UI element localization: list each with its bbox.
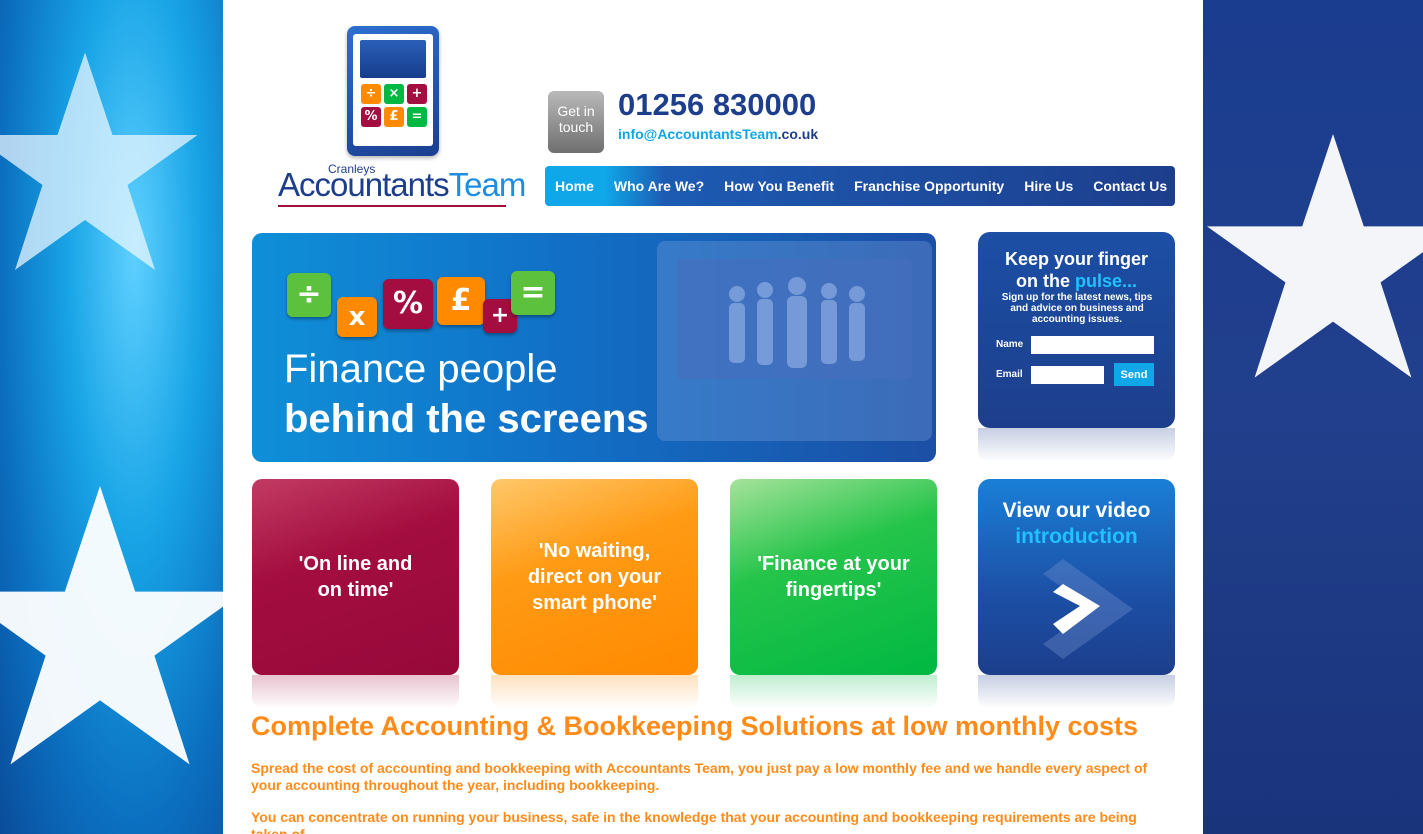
- tile-percent-icon: %: [383, 279, 433, 329]
- video-title-line1: View our video: [1002, 499, 1151, 522]
- video-reflection: [978, 675, 1175, 709]
- logo-underline: [278, 205, 506, 207]
- monitor-silhouette-icon: [657, 241, 932, 441]
- feature-reflection: [252, 675, 459, 709]
- signup-heading: Keep your finger on the pulse...: [978, 248, 1175, 292]
- hero-title-line2: behind the screens: [284, 397, 649, 441]
- email-prefix: info@: [618, 126, 658, 142]
- badge-line1: Get in: [557, 103, 595, 119]
- feature-reflection: [491, 675, 698, 709]
- logo-key: =: [407, 107, 427, 127]
- background-left-panel: [0, 0, 223, 834]
- logo-key: £: [384, 107, 404, 127]
- main-headline: Complete Accounting & Bookkeeping Soluti…: [251, 711, 1139, 741]
- hero-title-line1: Finance people: [284, 347, 558, 391]
- logo-wordmark: AccountantsTeam: [278, 166, 527, 204]
- main-navigation: Home Who Are We? How You Benefit Franchi…: [545, 166, 1175, 206]
- second-paragraph: You can concentrate on running your busi…: [251, 809, 1137, 834]
- feature-online-text: 'On line and on time': [298, 553, 413, 601]
- logo-team-text: Team: [448, 166, 527, 203]
- feature-reflection: [730, 675, 937, 709]
- email-brand2: Team: [742, 126, 778, 142]
- star-decoration-icon: [0, 52, 198, 270]
- tile-multiply-icon: x: [337, 297, 377, 337]
- email-label: Email: [996, 369, 1023, 380]
- signup-reflection: [978, 428, 1175, 462]
- star-decoration-icon: [0, 486, 223, 765]
- send-button[interactable]: Send: [1114, 363, 1154, 386]
- feature-fingertips[interactable]: 'Finance at your fingertips': [730, 479, 937, 675]
- feature-online[interactable]: 'On line and on time': [252, 479, 459, 675]
- nav-who-are-we[interactable]: Who Are We?: [614, 178, 704, 194]
- nav-how-you-benefit[interactable]: How You Benefit: [724, 178, 834, 194]
- nav-hire-us[interactable]: Hire Us: [1024, 178, 1073, 194]
- logo-key: %: [361, 107, 381, 127]
- nav-franchise-opportunity[interactable]: Franchise Opportunity: [854, 178, 1004, 194]
- logo-key: +: [407, 84, 427, 104]
- tile-pound-icon: £: [437, 277, 485, 325]
- video-intro-button[interactable]: View our video introduction: [978, 479, 1175, 675]
- signup-subtitle: Sign up for the latest news, tips and ad…: [1001, 292, 1153, 325]
- feature-smartphone[interactable]: 'No waiting, direct on your smart phone': [491, 479, 698, 675]
- logo-accountants-text: Accountants: [278, 166, 450, 203]
- logo-key: ×: [384, 84, 404, 104]
- page-container: ÷ × + % £ = Cranleys AccountantsTeam Get…: [223, 0, 1203, 834]
- hero-banner: ÷ x % £ + = Finance people behind the sc…: [252, 233, 936, 462]
- tablet-logo-icon: ÷ × + % £ =: [347, 26, 439, 156]
- background-right-panel: [1203, 0, 1423, 834]
- video-title-line2: introduction: [1015, 525, 1138, 548]
- logo-key: ÷: [361, 84, 381, 104]
- play-chevron-icon: [1043, 559, 1133, 659]
- email-input[interactable]: [1031, 366, 1104, 384]
- nav-home[interactable]: Home: [555, 178, 594, 194]
- newsletter-signup: Keep your finger on the pulse... Sign up…: [978, 232, 1175, 428]
- feature-fingertips-text: 'Finance at your fingertips': [757, 553, 910, 601]
- tile-equals-icon: =: [511, 271, 555, 315]
- email-brand1: Accountants: [657, 126, 743, 142]
- name-label: Name: [996, 339, 1024, 350]
- tile-divide-icon: ÷: [287, 273, 331, 317]
- signup-heading-line1: Keep your finger: [1004, 249, 1149, 269]
- intro-paragraph: Spread the cost of accounting and bookke…: [251, 760, 1148, 793]
- feature-smartphone-text: 'No waiting, direct on your smart phone': [527, 540, 662, 614]
- name-input[interactable]: [1031, 336, 1154, 354]
- star-decoration-icon: [1207, 134, 1423, 378]
- email-suffix: .co.uk: [777, 126, 819, 142]
- signup-heading-highlight: pulse...: [1074, 271, 1137, 291]
- email-link[interactable]: info@AccountantsTeam.co.uk: [618, 126, 818, 142]
- people-silhouette-icon: [729, 277, 865, 368]
- site-logo[interactable]: ÷ × + % £ = Cranleys AccountantsTeam: [278, 24, 526, 209]
- signup-heading-prefix: on the: [1015, 271, 1075, 291]
- phone-number[interactable]: 01256 830000: [618, 87, 816, 123]
- badge-line2: touch: [558, 119, 594, 135]
- nav-contact-us[interactable]: Contact Us: [1093, 178, 1167, 194]
- get-in-touch-badge: Get in touch: [548, 91, 604, 153]
